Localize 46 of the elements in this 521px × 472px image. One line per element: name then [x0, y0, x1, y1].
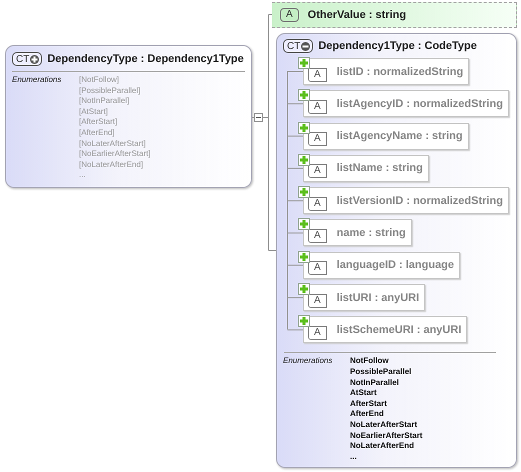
enum-value: AtStart	[350, 388, 378, 399]
enum-value: [PossibleParallel]	[79, 86, 142, 96]
attribute-badge: A	[308, 326, 327, 340]
enum-value: [NotFollow]	[79, 75, 120, 86]
attribute-badge: A	[308, 294, 327, 308]
attribute-label: listVersionID : normalizedString	[336, 194, 503, 207]
enum-value: ...	[79, 170, 87, 181]
attribute-label: languageID : language	[336, 259, 454, 272]
attribute-badge: A	[308, 164, 327, 178]
attribute-label: listID : normalizedString	[336, 66, 464, 78]
enum-value: [NoLaterAfterStart]	[79, 138, 147, 150]
node-title: Dependency1Type : CodeType	[318, 40, 477, 52]
attribute-label: listURI : anyURI	[336, 292, 420, 304]
enum-value: PossibleParallel	[350, 366, 412, 378]
enum-value: NotInParallel	[350, 378, 400, 388]
enum-value: NotFollow	[350, 356, 390, 367]
enum-value: [AfterStart]	[79, 117, 118, 128]
enum-value: AfterStart	[350, 398, 388, 410]
attribute-badge: A	[308, 100, 327, 114]
enum-value: [NoEarlierAfterStart]	[79, 149, 151, 160]
enum-value: [NoLaterAfterEnd]	[79, 160, 144, 170]
enum-value: [NotInParallel]	[79, 96, 130, 107]
enum-value: NoLaterAfterStart	[350, 420, 418, 431]
attribute-label: listName : string	[336, 162, 423, 174]
attribute-label: listSchemeURI : anyURI	[336, 324, 462, 336]
attribute-badge: A	[308, 196, 327, 211]
type-badge[interactable]: CT	[12, 52, 42, 66]
attribute-badge: A	[308, 228, 327, 243]
attribute-label: listAgencyName : string	[336, 130, 463, 142]
node-title: OtherValue : string	[308, 9, 406, 21]
enumerations-label: Enumerations	[12, 75, 62, 86]
enum-value: AfterEnd	[350, 409, 385, 420]
attribute-badge: A	[308, 132, 327, 146]
enum-value: NoEarlierAfterStart	[350, 430, 422, 442]
enum-value: [AfterEnd]	[79, 128, 116, 139]
enum-value: [AtStart]	[79, 106, 109, 118]
enum-value: NoLaterAfterEnd	[350, 441, 416, 452]
node-title: DependencyType : Dependency1Type	[47, 53, 244, 65]
attribute-badge: A	[308, 68, 327, 82]
enumerations-label: Enumerations	[283, 356, 334, 368]
attribute-label: listAgencyID : normalizedString	[336, 98, 503, 110]
attribute-badge: A	[280, 8, 299, 22]
enum-value: ...	[350, 452, 358, 462]
attribute-label: name : string	[336, 226, 406, 239]
attribute-badge: A	[308, 261, 327, 276]
type-badge[interactable]: CT	[283, 39, 314, 53]
